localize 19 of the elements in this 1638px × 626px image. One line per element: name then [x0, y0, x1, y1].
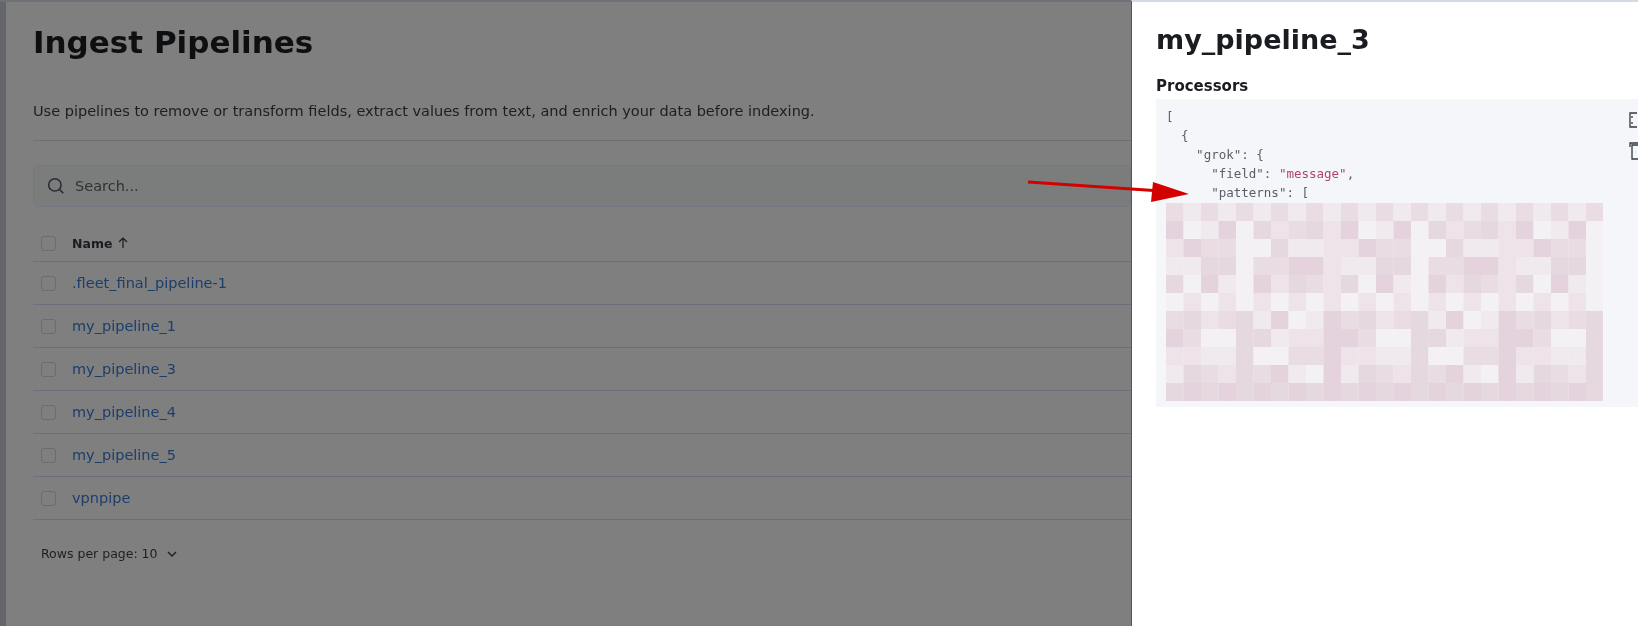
name-column-header[interactable]: Name — [72, 235, 130, 251]
pipeline-link[interactable]: my_pipeline_4 — [72, 404, 176, 420]
search-field[interactable]: Search... — [33, 165, 1131, 207]
pipeline-link[interactable]: my_pipeline_3 — [72, 361, 176, 377]
page-title: Ingest Pipelines — [33, 24, 315, 62]
code-line: "grok": { — [1195, 146, 1264, 164]
flyout-title: my_pipeline_3 — [1156, 24, 1371, 55]
pipeline-link[interactable]: my_pipeline_5 — [72, 447, 176, 463]
code-line: { — [1180, 127, 1189, 145]
section-heading: Processors — [1156, 77, 1250, 95]
pipeline-link[interactable]: vpnpipe — [72, 490, 131, 506]
code-line: [ — [1166, 108, 1174, 126]
rows-per-page-button[interactable]: Rows per page: 10 — [41, 546, 178, 561]
page-description: Use pipelines to remove or transform fields, extract values from text, and enrich your data before indexing. — [33, 103, 816, 119]
pipeline-link[interactable]: .fleet_final_pipeline-1 — [72, 275, 227, 291]
code-line: "patterns": [ — [1210, 184, 1309, 202]
sort-ascending-icon — [117, 237, 130, 249]
code-line: "field": "message", — [1210, 165, 1355, 183]
pipeline-link[interactable]: my_pipeline_1 — [72, 318, 176, 334]
